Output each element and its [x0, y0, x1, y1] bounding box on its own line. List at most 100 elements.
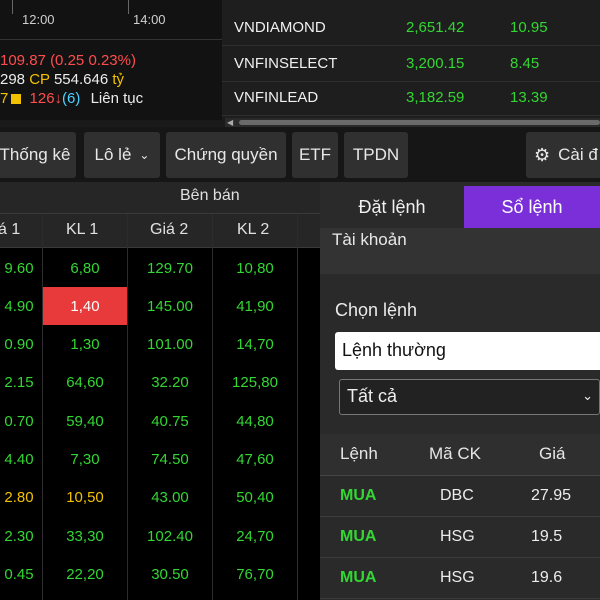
board-row[interactable]: 2.15 64,60 32.20 125,80 — [0, 364, 320, 402]
col-header-vol2: KL 2 — [237, 221, 270, 238]
board-cell: 129.70 — [147, 259, 193, 277]
order-symbol: DBC — [440, 487, 474, 504]
stats-button[interactable]: Thống kê — [0, 132, 76, 178]
order-price: 19.6 — [531, 569, 563, 586]
board-row[interactable]: 0.70 59,40 40.75 44,80 — [0, 402, 320, 440]
header-symbol: Mã CK — [429, 444, 481, 463]
index-name: VNDIAMOND — [234, 19, 326, 36]
index-chart-summary: 12:00 14:00 109.87 (0.25 0.23%) 298 CP 5… — [0, 0, 222, 120]
up-count: 7 — [0, 90, 9, 107]
account-label: Tài khoản — [332, 230, 407, 249]
board-cell: 22,20 — [66, 565, 104, 583]
board-cell: 59,40 — [66, 412, 104, 430]
tab-place-order-label: Đặt lệnh — [358, 196, 426, 217]
order-row[interactable]: MUA HSG 19.6 — [320, 558, 600, 599]
board-toolbar: Thống kê Lô lẻ ⌄ Chứng quyền ETF TPDN ⚙ Cà… — [0, 127, 600, 182]
chart-gridline — [128, 0, 129, 14]
board-row[interactable]: 2.30 33,30 102.40 24,70 — [0, 517, 320, 555]
trade-value: 554.646 — [53, 71, 109, 88]
odd-lot-label: Lô lẻ — [94, 145, 132, 164]
chart-gridline — [12, 0, 13, 14]
board-row[interactable]: 4.40 7,30 74.50 47,60 — [0, 441, 320, 479]
header-price: Giá — [539, 444, 566, 463]
board-cell: 1,30 — [70, 336, 100, 354]
board-cell: 43.00 — [151, 489, 189, 507]
board-cell: 74.50 — [151, 451, 189, 468]
board-cell: 47,60 — [236, 451, 274, 468]
settings-button[interactable]: ⚙ Cài đ — [526, 132, 600, 178]
down-arrow-icon: ↓ — [54, 90, 63, 107]
board-cell: 0.90 — [4, 336, 34, 354]
index-row[interactable]: VNFINSELECT 3,200.15 8.45 — [222, 46, 600, 82]
choose-order-label: Chọn lệnh — [335, 300, 418, 320]
board-cell: 44,80 — [236, 412, 274, 430]
board-cell: 10,80 — [236, 259, 274, 277]
gear-icon: ⚙ — [534, 144, 551, 165]
tab-order-book[interactable]: Sổ lệnh — [464, 186, 600, 228]
col-header-price2: Giá 2 — [150, 221, 189, 238]
board-row[interactable]: 2.80 10,50 43.00 50,40 — [0, 479, 320, 517]
sell-side-header: Bên bán — [0, 182, 320, 214]
time-tick: 14:00 — [133, 12, 166, 27]
order-row[interactable]: MUA DBC 27.95 — [320, 476, 600, 517]
board-cell: 2.80 — [4, 489, 34, 507]
index-change: (0.25 — [50, 52, 85, 69]
etf-label: ETF — [298, 145, 332, 164]
tab-place-order[interactable]: Đặt lệnh — [320, 186, 464, 228]
order-side: MUA — [340, 487, 377, 504]
time-tick: 12:00 — [22, 12, 55, 27]
board-row[interactable]: 0.45 22,20 30.50 76,70 — [0, 555, 320, 593]
board-cell: 33,30 — [66, 527, 104, 545]
board-cell: 40.75 — [151, 412, 189, 430]
scrollbar-thumb[interactable] — [239, 120, 600, 125]
warrants-button[interactable]: Chứng quyền — [166, 132, 286, 178]
horizontal-scrollbar[interactable]: ◀ — [225, 118, 600, 127]
order-filter-select[interactable]: Tất cả ⌄ — [339, 379, 600, 415]
board-cell: 64,60 — [66, 374, 104, 392]
warrants-label: Chứng quyền — [174, 145, 278, 164]
index-value-line: 109.87 (0.25 0.23%) — [0, 52, 136, 69]
index-change-pct: 0.23%) — [88, 52, 136, 69]
index-table: VNDIAMOND 2,651.42 10.95 VNFINSELECT 3,2… — [222, 0, 600, 118]
column-headers: á 1 KL 1 Giá 2 KL 2 — [0, 214, 320, 248]
board-cell: 2.15 — [4, 374, 34, 392]
etf-button[interactable]: ETF — [292, 132, 338, 178]
board-cell: 101.00 — [147, 336, 193, 354]
tab-order-book-label: Sổ lệnh — [501, 196, 563, 217]
board-cell: 6,80 — [70, 259, 100, 277]
index-name: VNFINLEAD — [234, 89, 319, 106]
index-row[interactable]: VNFINLEAD 3,182.59 13.39 — [222, 80, 600, 116]
board-cell: 14,70 — [236, 336, 274, 354]
chart-time-axis: 12:00 14:00 — [0, 0, 222, 40]
order-row[interactable]: MUA HSG 19.5 — [320, 517, 600, 558]
grid-divider — [297, 214, 298, 600]
board-cell: 4.40 — [4, 451, 34, 468]
scroll-left-icon[interactable]: ◀ — [227, 118, 233, 127]
index-price: 3,200.15 — [406, 55, 465, 72]
board-cell: 76,70 — [236, 565, 274, 583]
chevron-down-icon: ⌄ — [582, 388, 593, 403]
board-cell: 0.70 — [4, 412, 34, 430]
board-cell: 9.60 — [4, 259, 34, 277]
board-row[interactable]: 0.90 1,30 101.00 14,70 — [0, 326, 320, 364]
board-cell: 4.90 — [4, 297, 34, 315]
index-row[interactable]: VNDIAMOND 2,651.42 10.95 — [222, 10, 600, 46]
index-volume-line: 298 CP 554.646 tỷ — [0, 71, 124, 88]
bonds-button[interactable]: TPDN — [344, 132, 408, 178]
index-price: 2,651.42 — [406, 19, 465, 36]
settings-label: Cài đ — [558, 145, 598, 164]
board-cell: 32.20 — [151, 374, 189, 392]
odd-lot-dropdown[interactable]: Lô lẻ ⌄ — [84, 132, 160, 178]
order-side: MUA — [340, 528, 377, 545]
order-price: 19.5 — [531, 528, 563, 545]
index-value: 109.87 — [0, 52, 46, 69]
stats-label: Thống kê — [0, 145, 71, 164]
index-name: VNFINSELECT — [234, 55, 338, 72]
board-row[interactable]: 4.90 1,40 145.00 41,90 — [0, 287, 320, 326]
index-change: 13.39 — [510, 89, 548, 106]
grid-divider — [212, 214, 213, 600]
board-row[interactable]: 9.60 6,80 129.70 10,80 — [0, 249, 320, 287]
board-cell: 10,50 — [66, 489, 104, 507]
board-cell: 24,70 — [236, 527, 274, 545]
order-type-select[interactable]: Lệnh thường — [335, 332, 600, 370]
